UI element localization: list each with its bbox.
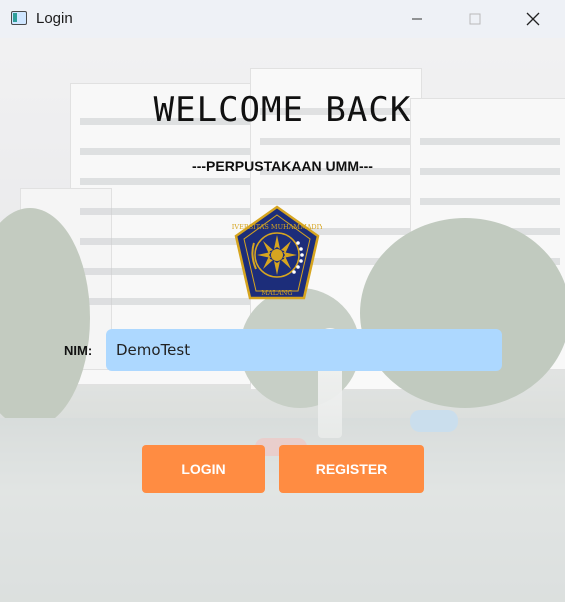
welcome-heading: WELCOME BACK (153, 90, 412, 130)
close-icon (526, 12, 540, 26)
logo-bottom-text: MALANG (261, 289, 292, 297)
login-panel: WELCOME BACK ---PERPUSTAKAAN UMM--- IVER… (0, 38, 565, 602)
logo-top-text: UNIVERSITAS MUHAMMADIYAH (232, 223, 322, 231)
close-button[interactable] (504, 0, 562, 38)
window-title: Login (36, 10, 73, 27)
maximize-button[interactable] (446, 0, 504, 38)
login-button[interactable]: LOGIN (142, 445, 265, 493)
title-bar[interactable]: Login (0, 0, 565, 38)
register-button[interactable]: REGISTER (279, 445, 424, 493)
app-window-icon (11, 11, 27, 25)
nim-label: NIM: (64, 343, 93, 358)
login-window: Login WELCOME BACK ---PERPUSTAKAAN UMM--… (0, 0, 565, 602)
minimize-button[interactable] (388, 0, 446, 38)
university-logo: UNIVERSITAS MUHAMMADIYAH MALANG (232, 205, 322, 300)
library-subtitle: ---PERPUSTAKAAN UMM--- (192, 158, 373, 174)
maximize-icon (469, 13, 481, 25)
minimize-icon (412, 18, 422, 20)
nim-input[interactable] (106, 329, 502, 371)
